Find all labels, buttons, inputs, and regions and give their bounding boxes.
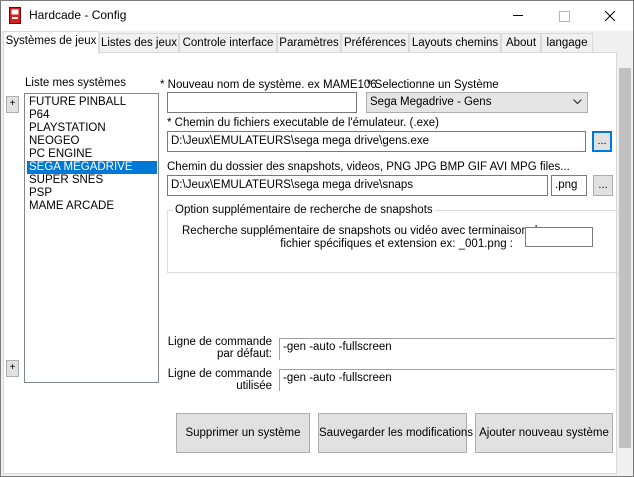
tab-controle-interface[interactable]: Controle interface (179, 33, 277, 53)
list-item[interactable]: NEOGEO (27, 135, 157, 148)
system-select-value: Sega Megadrive - Gens (370, 96, 492, 108)
arcade-cabinet-icon (9, 7, 21, 24)
snap-option-description-line1: Recherche supplémentaire de snapshots ou… (182, 225, 544, 237)
snap-option-group-title: Option supplémentaire de recherche de sn… (173, 204, 435, 216)
tab-layouts-chemins[interactable]: Layouts chemins (409, 33, 501, 53)
add-system-button[interactable]: Ajouter nouveau système (475, 413, 613, 453)
chevron-down-icon (573, 99, 582, 105)
list-item[interactable]: SUPER SNES (27, 174, 157, 187)
exe-path-input[interactable]: D:\Jeux\EMULATEURS\sega mega drive\gens.… (167, 131, 586, 152)
maximize-icon[interactable] (541, 1, 587, 31)
minimize-icon[interactable] (495, 1, 541, 31)
tab-parametres[interactable]: Paramètres (277, 33, 341, 53)
snap-extension-input[interactable]: .png (551, 175, 587, 196)
list-item-selected[interactable]: SEGA MEGADRIVE (27, 161, 157, 174)
list-item[interactable]: P64 (27, 109, 157, 122)
systems-list-label: Liste mes systèmes (25, 77, 126, 89)
list-item[interactable]: PLAYSTATION (27, 122, 157, 135)
cmd-used-input[interactable]: -gen -auto -fullscreen (279, 369, 615, 391)
snap-path-input[interactable]: D:\Jeux\EMULATEURS\sega mega drive\snaps (167, 175, 548, 196)
system-select[interactable]: Sega Megadrive - Gens (366, 92, 588, 113)
tab-preferences[interactable]: Préférences (341, 33, 409, 53)
systems-listbox[interactable]: FUTURE PINBALL P64 PLAYSTATION NEOGEO PC… (24, 93, 159, 383)
list-item[interactable]: FUTURE PINBALL (27, 96, 157, 109)
add-system-bottom-button[interactable]: + (6, 360, 19, 377)
new-name-input[interactable] (167, 92, 357, 113)
cmd-default-input[interactable]: -gen -auto -fullscreen (279, 338, 615, 360)
tab-strip: Systèmes de jeux Listes des jeux Control… (3, 31, 633, 54)
close-icon[interactable] (587, 1, 633, 31)
list-item[interactable]: MAME ARCADE (27, 200, 157, 213)
browse-exe-button[interactable]: ... (592, 131, 612, 152)
snap-path-label: Chemin du dossier des snapshots, videos,… (167, 161, 570, 173)
delete-system-button[interactable]: Supprimer un système (176, 413, 310, 453)
list-item[interactable]: PSP (27, 187, 157, 200)
cmd-default-label-line1: Ligne de commande (167, 336, 272, 348)
tab-about[interactable]: About (501, 33, 541, 53)
vertical-scrollbar[interactable] (617, 52, 633, 474)
save-changes-button[interactable]: Sauvegarder les modifications (318, 413, 473, 453)
tab-langage[interactable]: langage (541, 33, 593, 53)
tab-listes-des-jeux[interactable]: Listes des jeux (99, 33, 179, 53)
cmd-used-label-line2: utilisée (236, 380, 272, 392)
scrollbar-thumb[interactable] (619, 68, 631, 448)
new-name-label: * Nouveau nom de système. ex MAME106 (160, 79, 377, 91)
tab-systemes-de-jeux[interactable]: Systèmes de jeux (3, 31, 99, 54)
browse-snap-button[interactable]: ... (593, 175, 613, 196)
list-item[interactable]: PC ENGINE (27, 148, 157, 161)
cmd-used-label-line1: Ligne de commande (167, 368, 272, 380)
snap-option-description-line2: fichier spécifiques et extension ex: _00… (280, 238, 513, 250)
snap-suffix-input[interactable] (525, 227, 593, 247)
add-system-top-button[interactable]: + (6, 96, 19, 113)
title-bar[interactable]: Hardcade - Config (1, 1, 633, 31)
select-system-label: * Selectionne un Système (367, 79, 499, 91)
window-title: Hardcade - Config (29, 8, 127, 22)
cmd-default-label-line2: par défaut: (217, 348, 272, 360)
config-window: Hardcade - Config Systèmes de jeux Liste… (0, 0, 634, 477)
exe-path-label: * Chemin du fichiers executable de l'ému… (167, 117, 439, 129)
